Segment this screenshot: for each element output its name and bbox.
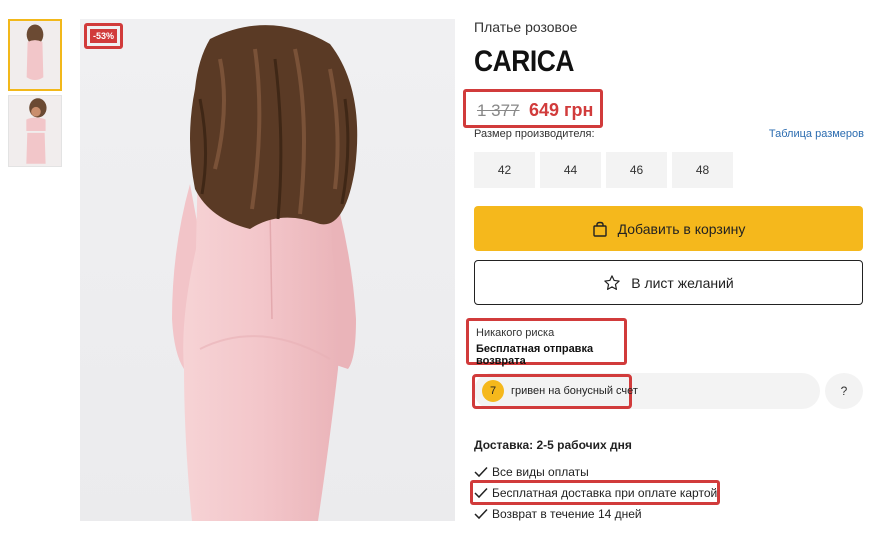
size-label: Размер производителя:: [474, 128, 595, 140]
free-delivery-highlight: [470, 480, 720, 505]
no-risk-highlight: Никакого риска Бесплатная отправка возвр…: [466, 318, 627, 367]
bonus-text: гривен на бонусный счет: [511, 385, 638, 397]
add-to-cart-label: Добавить в корзину: [617, 220, 746, 237]
feature-label: Возврат в течение 14 дней: [492, 507, 642, 521]
thumbnail-2[interactable]: [8, 95, 62, 167]
product-subtitle: Платье розовое: [474, 19, 578, 35]
size-option[interactable]: 46: [606, 152, 667, 188]
thumbnail-image: [9, 96, 61, 166]
free-return-label: Бесплатная отправка возврата: [476, 343, 594, 367]
bonus-coin-icon: 7: [482, 380, 504, 402]
size-table-link[interactable]: Таблица размеров: [769, 128, 864, 140]
thumbnail-1[interactable]: [8, 19, 62, 91]
feature-label: Все виды оплаты: [492, 465, 589, 479]
discount-badge-highlight: -53%: [84, 23, 124, 49]
thumbnail-image: [10, 21, 60, 89]
wishlist-button[interactable]: В лист желаний: [474, 260, 863, 305]
new-price: 649 грн: [529, 100, 594, 120]
check-icon: [474, 508, 488, 520]
delivery-title: Доставка: 2-5 рабочих дня: [474, 438, 632, 452]
feature-item: Возврат в течение 14 дней: [474, 507, 642, 521]
product-photo: [80, 19, 455, 521]
main-product-image: -53%: [80, 19, 455, 521]
product-title: CARICA: [474, 45, 575, 78]
add-to-cart-button[interactable]: Добавить в корзину: [474, 206, 863, 251]
size-option[interactable]: 48: [672, 152, 733, 188]
check-icon: [474, 466, 488, 478]
size-option[interactable]: 44: [540, 152, 601, 188]
wishlist-label: В лист желаний: [631, 274, 734, 291]
star-icon: [603, 274, 621, 292]
bonus-help-button[interactable]: ?: [825, 373, 863, 409]
old-price: 1 377: [477, 101, 520, 120]
thumbnail-gallery: [8, 19, 62, 171]
feature-item: Все виды оплаты: [474, 465, 589, 479]
size-option[interactable]: 42: [474, 152, 535, 188]
discount-badge: -53%: [90, 29, 118, 43]
shopping-bag-icon: [592, 221, 608, 237]
price-highlight: 1 377 649 грн: [463, 89, 603, 128]
no-risk-label: Никакого риска: [476, 327, 555, 339]
size-options: 42 44 46 48: [474, 152, 738, 188]
